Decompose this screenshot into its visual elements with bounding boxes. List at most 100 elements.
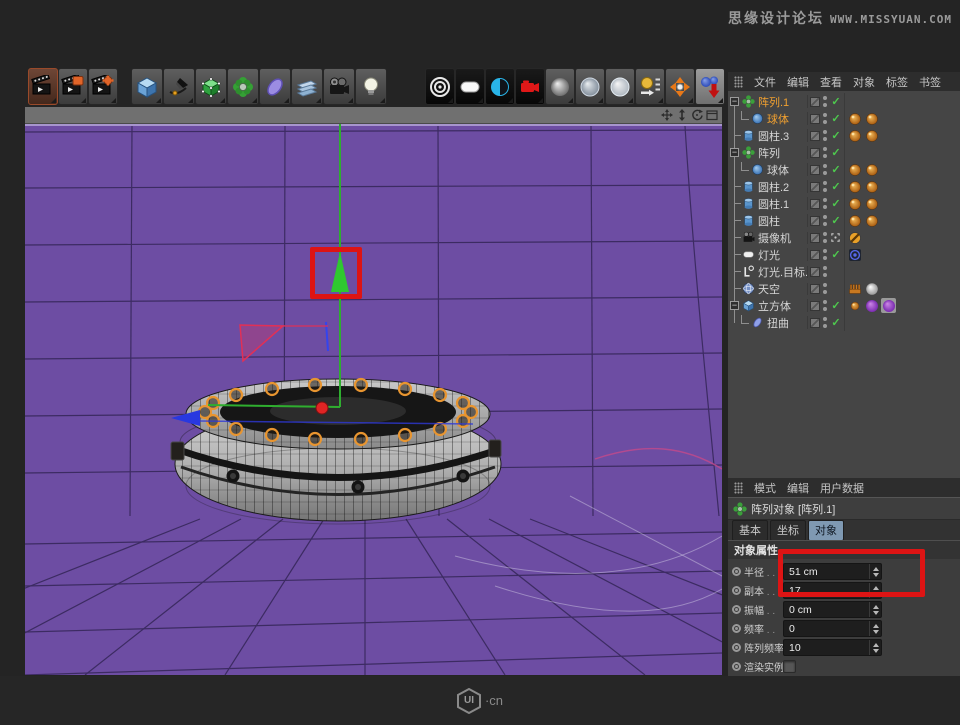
enabled-check[interactable]: ✓ bbox=[830, 112, 842, 125]
enabled-check[interactable]: ✓ bbox=[830, 146, 842, 159]
tab-basic[interactable]: 基本 bbox=[732, 520, 768, 541]
pan-icon[interactable] bbox=[661, 109, 673, 121]
stepper-icon[interactable] bbox=[869, 564, 881, 579]
tree-row-sphere1[interactable]: 球体 ✓ bbox=[728, 110, 960, 127]
stepper-icon[interactable] bbox=[869, 640, 881, 655]
visibility-dots[interactable] bbox=[823, 96, 827, 108]
render-instances-checkbox[interactable] bbox=[783, 660, 796, 673]
keyframe-dot-icon[interactable] bbox=[732, 567, 741, 576]
coordinates-button[interactable] bbox=[635, 68, 665, 105]
phong-tag[interactable] bbox=[847, 196, 862, 211]
enabled-check[interactable]: ✓ bbox=[830, 299, 842, 312]
stepper-icon[interactable] bbox=[869, 621, 881, 636]
light-button[interactable] bbox=[355, 68, 387, 105]
layer-toggle[interactable] bbox=[810, 131, 820, 141]
add-cube-button[interactable] bbox=[131, 68, 163, 105]
phong-tag[interactable] bbox=[864, 111, 879, 126]
visibility-dots[interactable] bbox=[823, 266, 827, 278]
material-purple-tag[interactable] bbox=[864, 298, 879, 313]
enabled-check[interactable]: ✓ bbox=[830, 197, 842, 210]
visibility-dots[interactable] bbox=[823, 215, 827, 227]
visibility-dots[interactable] bbox=[823, 232, 827, 244]
am-menu-edit[interactable]: 编辑 bbox=[787, 480, 809, 496]
layer-toggle[interactable] bbox=[810, 250, 820, 260]
render-camera-button[interactable] bbox=[515, 68, 545, 105]
deformer-button[interactable] bbox=[259, 68, 291, 105]
keyframe-dot-icon[interactable] bbox=[732, 586, 741, 595]
visibility-dots[interactable] bbox=[823, 147, 827, 159]
make-editable-button[interactable] bbox=[195, 68, 227, 105]
layer-toggle[interactable] bbox=[810, 165, 820, 175]
material-purple-selected-tag[interactable] bbox=[881, 298, 896, 313]
tree-row-sphere2[interactable]: 球体 ✓ bbox=[728, 161, 960, 178]
expander-icon[interactable]: − bbox=[730, 97, 739, 106]
layer-toggle[interactable] bbox=[810, 267, 820, 277]
enabled-check[interactable]: ✓ bbox=[830, 248, 842, 261]
enabled-check[interactable]: ✓ bbox=[830, 316, 842, 329]
expander-icon[interactable]: − bbox=[730, 148, 739, 157]
amplitude-field[interactable]: 0 cm bbox=[783, 601, 882, 618]
floor-button[interactable] bbox=[291, 68, 323, 105]
tree-row-sky[interactable]: 天空 bbox=[728, 280, 960, 297]
target-button[interactable] bbox=[425, 68, 455, 105]
expander-icon[interactable]: − bbox=[730, 301, 739, 310]
tree-row-cylinder1[interactable]: 圆柱.1 ✓ bbox=[728, 195, 960, 212]
am-menu-mode[interactable]: 模式 bbox=[754, 480, 776, 496]
keyframe-dot-icon[interactable] bbox=[732, 605, 741, 614]
phong-tag[interactable] bbox=[847, 179, 862, 194]
axis-center-button[interactable] bbox=[665, 68, 695, 105]
layer-toggle[interactable] bbox=[810, 284, 820, 294]
visibility-dots[interactable] bbox=[823, 164, 827, 176]
maximize-icon[interactable] bbox=[706, 109, 718, 121]
radius-field[interactable]: 51 cm bbox=[783, 563, 882, 580]
material-sphere-button[interactable] bbox=[545, 68, 575, 105]
enabled-check[interactable]: ✓ bbox=[830, 214, 842, 227]
render-view-button[interactable] bbox=[28, 68, 58, 105]
om-menu-view[interactable]: 查看 bbox=[820, 74, 842, 90]
om-menu-tags[interactable]: 标签 bbox=[886, 74, 908, 90]
tree-row-cylinder[interactable]: 圆柱 ✓ bbox=[728, 212, 960, 229]
visibility-dots[interactable] bbox=[823, 181, 827, 193]
camera-button[interactable] bbox=[323, 68, 355, 105]
stepper-icon[interactable] bbox=[869, 602, 881, 617]
tab-object[interactable]: 对象 bbox=[808, 520, 844, 541]
visibility-dots[interactable] bbox=[823, 198, 827, 210]
am-menu-userdata[interactable]: 用户数据 bbox=[820, 480, 864, 496]
array-frequency-field[interactable]: 10 bbox=[783, 639, 882, 656]
tree-row-light-target[interactable]: 灯光.目标.1 bbox=[728, 263, 960, 280]
layer-toggle[interactable] bbox=[810, 199, 820, 209]
tree-row-bend[interactable]: 扭曲 ✓ bbox=[728, 314, 960, 331]
phong-tag[interactable] bbox=[847, 128, 862, 143]
render-to-picture-button[interactable] bbox=[58, 68, 88, 105]
keyframe-dot-icon[interactable] bbox=[732, 624, 741, 633]
layer-toggle[interactable] bbox=[810, 318, 820, 328]
enabled-check[interactable]: ✓ bbox=[830, 129, 842, 142]
red-center-dot[interactable] bbox=[316, 402, 328, 414]
material-white-tag[interactable] bbox=[864, 281, 879, 296]
contrast-button[interactable] bbox=[485, 68, 515, 105]
tree-row-light[interactable]: 灯光 ✓ bbox=[728, 246, 960, 263]
transparent-material-button[interactable] bbox=[605, 68, 635, 105]
move-selected-button[interactable] bbox=[695, 68, 725, 105]
om-menu-bookmarks[interactable]: 书签 bbox=[919, 74, 941, 90]
om-menu-edit[interactable]: 编辑 bbox=[787, 74, 809, 90]
tree-row-cube[interactable]: −立方体 ✓ bbox=[728, 297, 960, 314]
visibility-dots[interactable] bbox=[823, 130, 827, 142]
spline-pen-button[interactable] bbox=[163, 68, 195, 105]
rotate-icon[interactable] bbox=[691, 109, 703, 121]
menubar-grip-icon[interactable] bbox=[734, 76, 743, 88]
frequency-field[interactable]: 0 bbox=[783, 620, 882, 637]
keyframe-dot-icon[interactable] bbox=[732, 643, 741, 652]
viewport-canvas[interactable] bbox=[25, 124, 722, 675]
phong-tag[interactable] bbox=[864, 179, 879, 194]
tree-row-cylinder2[interactable]: 圆柱.2 ✓ bbox=[728, 178, 960, 195]
phong-small-tag[interactable] bbox=[847, 298, 862, 313]
phong-tag[interactable] bbox=[864, 128, 879, 143]
visibility-dots[interactable] bbox=[823, 113, 827, 125]
tree-row-cylinder3[interactable]: 圆柱.3 ✓ bbox=[728, 127, 960, 144]
layer-toggle[interactable] bbox=[810, 182, 820, 192]
visibility-dots[interactable] bbox=[823, 283, 827, 295]
camera-focus-icon[interactable] bbox=[830, 232, 841, 243]
om-menu-object[interactable]: 对象 bbox=[853, 74, 875, 90]
stepper-icon[interactable] bbox=[869, 583, 881, 598]
